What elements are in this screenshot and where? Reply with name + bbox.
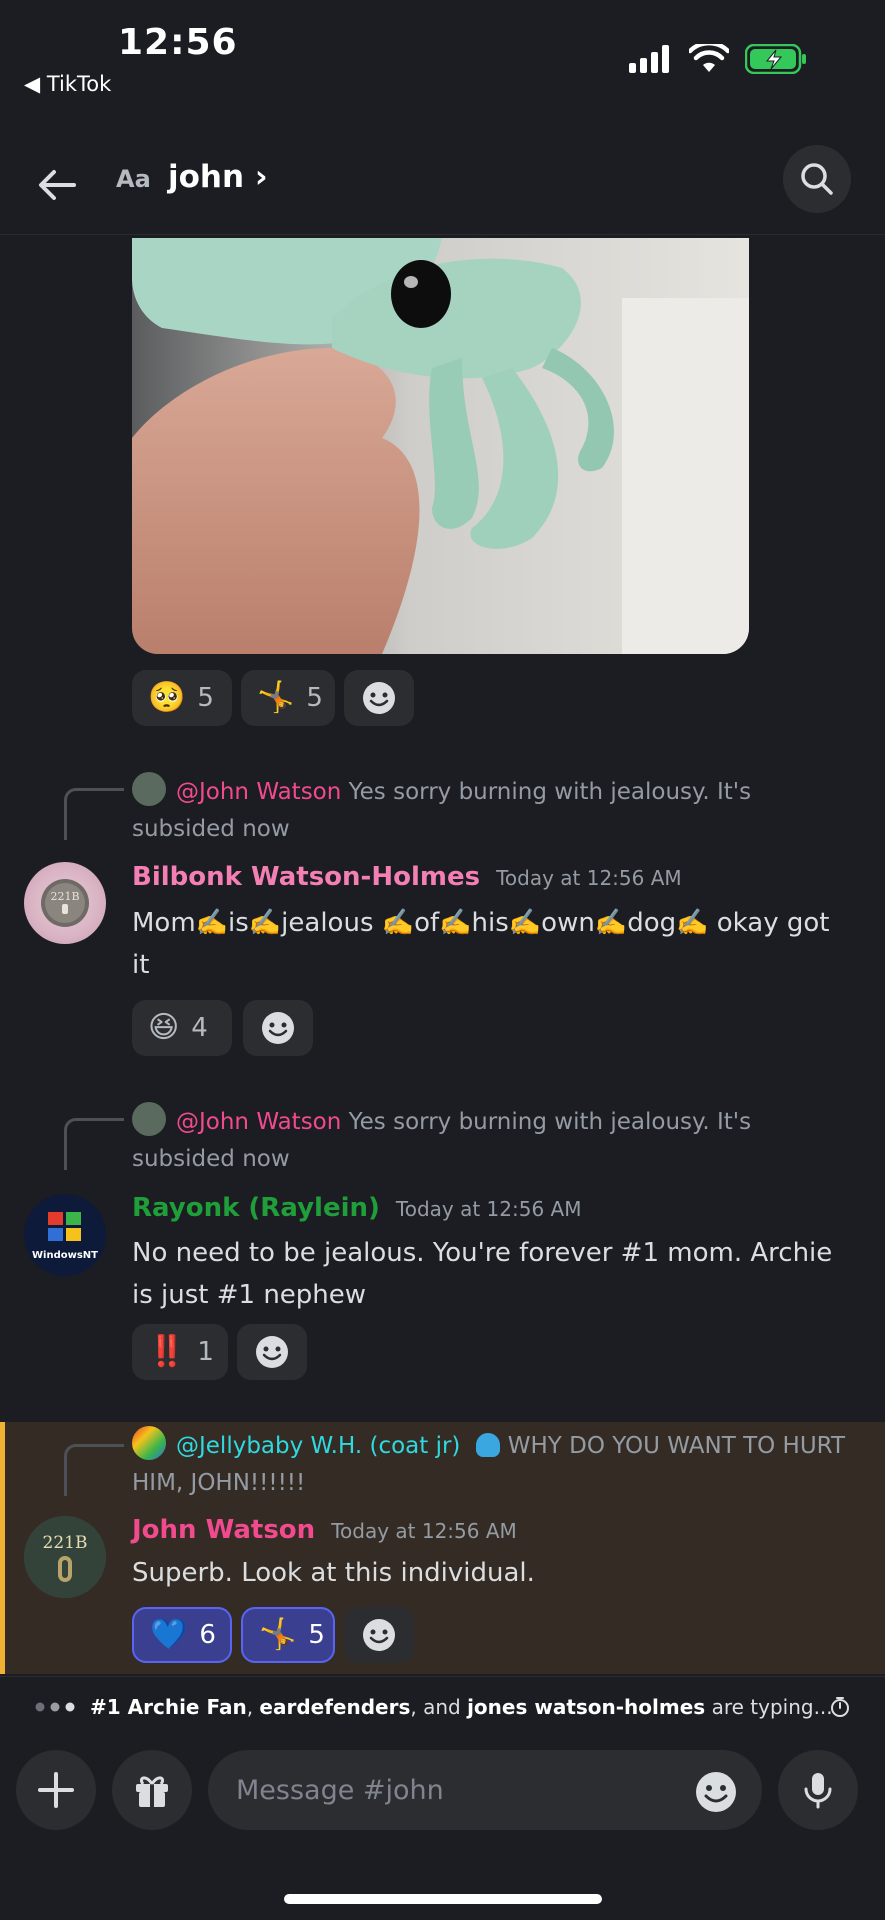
svg-text:WindowsNT: WindowsNT	[32, 1250, 98, 1261]
message-header: John Watson Today at 12:56 AM	[132, 1515, 517, 1545]
voice-message-button[interactable]	[778, 1750, 858, 1830]
emoji-picker-button[interactable]	[694, 1770, 738, 1814]
add-reaction-icon	[363, 682, 395, 714]
typing-separator: , and	[410, 1694, 461, 1719]
avatar[interactable]: WindowsNT	[24, 1194, 106, 1276]
status-time: 12:56	[118, 22, 238, 63]
reaction-count: 6	[199, 1620, 216, 1650]
add-reaction-button[interactable]	[344, 1607, 414, 1663]
reply-preview[interactable]: @John Watson Yes sorry burning with jeal…	[132, 1102, 852, 1178]
avatar[interactable]: 221B	[24, 862, 106, 944]
search-button[interactable]	[783, 145, 851, 213]
attachment-image[interactable]	[132, 238, 749, 654]
emoji-icon	[696, 1772, 736, 1812]
reaction-laughing[interactable]: 😆 4	[132, 1000, 232, 1056]
add-reaction-icon	[262, 1012, 294, 1044]
message-text: No need to be jealous. You're forever #1…	[132, 1238, 833, 1310]
reaction-double-exclamation[interactable]: ‼️ 1	[132, 1324, 228, 1380]
author-name[interactable]: Bilbonk Watson-Holmes	[132, 862, 480, 892]
avatar[interactable]: 221B	[24, 1516, 106, 1598]
add-reaction-icon	[363, 1619, 395, 1651]
channel-header: Aa john ›	[0, 135, 885, 235]
wifi-icon	[689, 44, 729, 72]
slowmode-timer-icon	[831, 1696, 849, 1717]
reply-avatar	[132, 1102, 166, 1136]
author-name[interactable]: Rayonk (Raylein)	[132, 1193, 380, 1223]
reaction-custom[interactable]: 🤸 5	[241, 670, 335, 726]
gift-button[interactable]	[112, 1750, 192, 1830]
message-text: Superb. Look at this individual.	[132, 1558, 535, 1588]
pleading-face-emoji: 🥺	[148, 680, 186, 715]
back-to-app-link[interactable]: ◀ TikTok	[24, 72, 111, 96]
reaction-count: 5	[306, 683, 323, 713]
message-composer	[0, 1744, 885, 1844]
blue-heart-emoji: 💙	[150, 1617, 188, 1652]
laughing-emoji: 😆	[148, 1010, 180, 1045]
svg-text:221B: 221B	[50, 890, 79, 903]
add-attachment-button[interactable]	[16, 1750, 96, 1830]
reaction-count: 5	[308, 1620, 325, 1650]
typing-suffix: are typing...	[711, 1694, 833, 1719]
reply-avatar	[132, 772, 166, 806]
add-reaction-button[interactable]	[344, 670, 414, 726]
reaction-count: 4	[191, 1013, 208, 1043]
add-reaction-button[interactable]	[243, 1000, 313, 1056]
reply-preview[interactable]: @Jellybaby W.H. (coat jr) WHY DO YOU WAN…	[132, 1426, 852, 1502]
svg-text:221B: 221B	[43, 1533, 88, 1553]
reply-mention[interactable]: @John Watson	[176, 1109, 341, 1135]
channel-name[interactable]: john ›	[168, 159, 268, 195]
home-indicator[interactable]	[284, 1894, 602, 1904]
reaction-custom[interactable]: 🤸 5	[241, 1607, 335, 1663]
reply-connector	[64, 788, 124, 840]
back-arrow-icon[interactable]	[30, 157, 86, 213]
typing-indicator: #1 Archie Fan, eardefenders, and jones w…	[0, 1676, 885, 1736]
double-exclamation-emoji: ‼️	[148, 1334, 186, 1369]
message-header: Bilbonk Watson-Holmes Today at 12:56 AM	[132, 862, 682, 892]
typing-user: jones watson-holmes	[467, 1694, 706, 1719]
reply-mention[interactable]: @Jellybaby W.H. (coat jr)	[176, 1433, 460, 1459]
timestamp: Today at 12:56 AM	[331, 1519, 517, 1543]
status-icons	[629, 44, 807, 74]
door-221b-icon: 221B	[24, 1516, 106, 1598]
battery-charging-icon	[745, 44, 806, 74]
microphone-icon	[804, 1773, 832, 1809]
plus-icon	[38, 1772, 74, 1808]
typing-user: eardefenders	[259, 1694, 411, 1719]
message-input[interactable]	[208, 1750, 762, 1830]
reaction-blue-heart[interactable]: 💙 6	[132, 1607, 232, 1663]
status-bar: 12:56 ◀ TikTok	[0, 0, 885, 110]
reply-preview[interactable]: @John Watson Yes sorry burning with jeal…	[132, 772, 852, 848]
reply-avatar	[132, 1426, 166, 1460]
reply-connector	[64, 1444, 124, 1496]
timestamp: Today at 12:56 AM	[395, 1197, 582, 1221]
typing-user: #1 Archie Fan	[90, 1694, 247, 1719]
message-header: Rayonk (Raylein) Today at 12:56 AM	[132, 1193, 581, 1223]
gift-icon	[136, 1776, 168, 1807]
text-style-icon: Aa	[116, 165, 151, 193]
jellyfish-icon	[475, 1433, 500, 1457]
reaction-pleading[interactable]: 🥺 5	[132, 670, 232, 726]
reaction-count: 1	[197, 1337, 214, 1367]
signal-icon	[629, 45, 669, 73]
custom-emoji: 🤸	[257, 680, 295, 715]
author-name[interactable]: John Watson	[132, 1515, 315, 1545]
add-reaction-button[interactable]	[237, 1324, 307, 1380]
reply-connector	[64, 1118, 124, 1170]
add-reaction-icon	[256, 1336, 288, 1368]
windows-nt-logo-icon: WindowsNT	[24, 1194, 106, 1276]
plush-photo	[132, 238, 749, 654]
typing-separator: ,	[246, 1694, 254, 1719]
custom-emoji: 🤸	[259, 1617, 297, 1652]
typing-dots-icon	[35, 1702, 75, 1711]
reaction-count: 5	[197, 683, 214, 713]
reply-mention[interactable]: @John Watson	[176, 779, 341, 805]
search-icon	[801, 163, 833, 195]
message-text: Mom✍️is✍️jealous ✍️of✍️his✍️own✍️dog✍️ o…	[132, 908, 830, 980]
timestamp: Today at 12:56 AM	[496, 866, 682, 890]
